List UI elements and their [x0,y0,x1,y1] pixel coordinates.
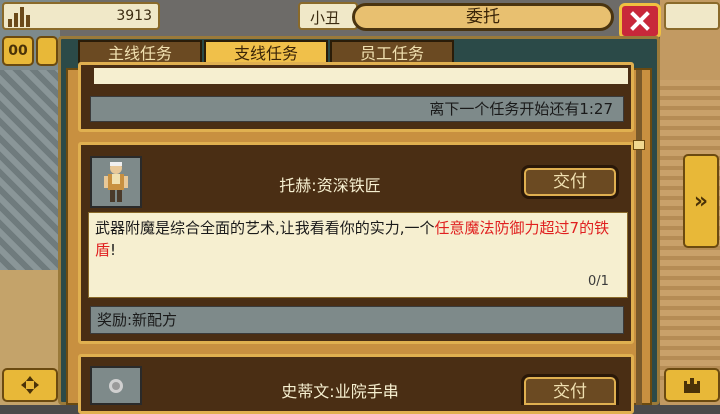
secondary-button[interactable] [36,36,58,66]
window-title: 委托 [352,3,614,31]
quest-description: 武器附魔是综合全面的艺术,让我看看你的实力,一个任意魔法防御力超过7的铁盾! [88,212,628,298]
castle-button[interactable] [664,368,720,402]
dpad-icon [21,376,39,394]
description-end: ! [110,241,117,259]
scrollbar-thumb[interactable] [633,140,645,150]
description-text: 武器附魔是综合全面的艺术,让我看看你的实力,一个 [95,219,435,237]
castle-icon [684,378,700,393]
menu-button[interactable]: 00 [2,36,34,66]
previous-description [94,68,628,84]
coin-counter: 3913 [2,2,160,30]
deliver-button-next[interactable]: 交付 [521,374,619,405]
building-icon [8,5,34,27]
next-panel-button[interactable]: » [683,154,719,248]
double-arrow-icon: » [693,188,709,214]
coin-value: 3913 [116,8,152,24]
deliver-button[interactable]: 交付 [521,165,619,199]
close-icon [630,11,650,31]
close-button[interactable] [619,3,661,39]
background-stone [0,70,62,270]
npc-portrait [90,156,142,208]
quest-progress: 0/1 [588,274,609,289]
player-name: 小丑 [298,2,358,30]
blacksmith-avatar [104,162,128,202]
npc-avatar-next [109,378,123,393]
scrollbar-track[interactable] [636,70,642,405]
npc-name: 托赫:资深铁匠 [279,176,381,195]
npc-name-next: 史蒂文:业院手串 [281,382,399,401]
move-button[interactable] [2,368,58,402]
npc-portrait-next [90,366,142,405]
quest-reward: 奖励:新配方 [90,306,624,334]
menu-label: 00 [8,43,28,59]
top-right-strip [664,2,720,30]
next-quest-timer: 离下一个任务开始还有1:27 [90,96,624,122]
